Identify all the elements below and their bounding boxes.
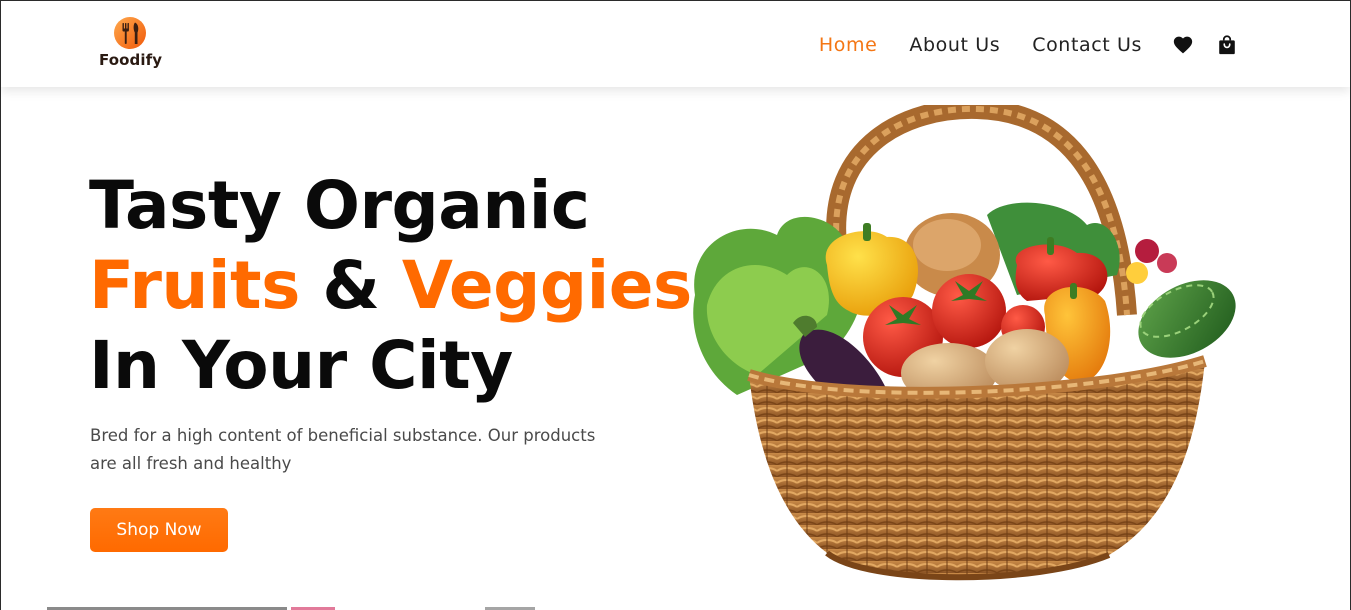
hero-title-ampersand: & bbox=[299, 247, 402, 324]
hero-title: Tasty Organic Fruits & Veggies In Your C… bbox=[89, 166, 692, 406]
hero-description: Bred for a high content of beneficial su… bbox=[90, 426, 596, 473]
shop-now-button[interactable]: Shop Now bbox=[90, 508, 228, 552]
hero-title-line-1: Tasty Organic bbox=[89, 167, 590, 244]
main-nav: Home About Us Contact Us bbox=[787, 31, 1238, 59]
heart-icon[interactable] bbox=[1172, 34, 1194, 56]
hero-title-veggies: Veggies bbox=[401, 247, 692, 324]
page: Foodify Home About Us Contact Us Tasty O… bbox=[0, 0, 1351, 610]
nav-contact-us[interactable]: Contact Us bbox=[1032, 34, 1142, 56]
brand-name: Foodify bbox=[99, 51, 163, 69]
brand-logo[interactable]: Foodify bbox=[97, 16, 163, 72]
hero-title-fruits: Fruits bbox=[89, 247, 300, 324]
nav-home[interactable]: Home bbox=[819, 34, 878, 56]
hero-title-line-3: In Your City bbox=[89, 327, 513, 404]
nav-about-us[interactable]: About Us bbox=[909, 34, 1000, 56]
site-header: Foodify Home About Us Contact Us bbox=[1, 1, 1350, 87]
shopping-bag-icon[interactable] bbox=[1216, 34, 1238, 56]
fork-knife-icon bbox=[114, 17, 146, 49]
vegetable-basket-image bbox=[693, 105, 1236, 581]
